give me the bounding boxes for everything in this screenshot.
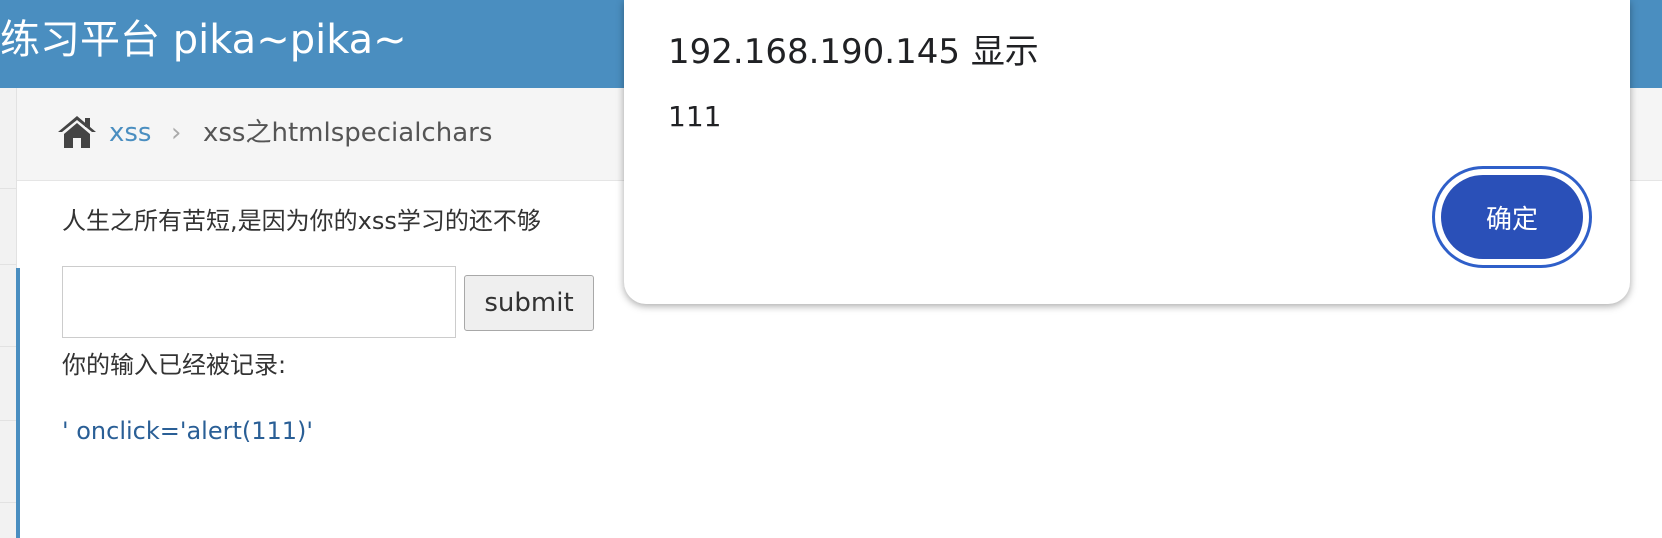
dialog-message: 111 — [668, 100, 722, 133]
site-title: 练习平台 pika~pika~ — [0, 17, 407, 63]
submit-button[interactable]: submit — [464, 275, 594, 331]
breadcrumb-current-page: xss之htmlspecialchars — [203, 118, 493, 148]
recorded-label: 你的输入已经被记录: — [62, 351, 287, 379]
message-input[interactable] — [62, 266, 456, 338]
sidebar-divider — [0, 188, 16, 189]
intro-text: 人生之所有苦短,是因为你的xss学习的还不够 — [62, 207, 541, 235]
content-accent-bar — [16, 268, 20, 538]
breadcrumb-link-xss[interactable]: xss — [109, 116, 151, 150]
ok-button[interactable]: 确定 — [1441, 175, 1583, 259]
recorded-output-link[interactable]: ' onclick='alert(111)' — [62, 414, 313, 448]
breadcrumb-separator-icon: › — [171, 118, 182, 148]
alert-dialog: 192.168.190.145 显示 111 确定 — [624, 0, 1630, 304]
ok-button-focus-ring: 确定 — [1432, 166, 1592, 268]
sidebar-divider — [0, 264, 16, 265]
home-icon[interactable] — [57, 114, 97, 150]
sidebar-divider — [0, 420, 16, 421]
dialog-title: 192.168.190.145 显示 — [668, 32, 1039, 72]
sidebar-strip — [0, 88, 17, 538]
sidebar-divider — [0, 346, 16, 347]
sidebar-divider — [0, 502, 16, 503]
